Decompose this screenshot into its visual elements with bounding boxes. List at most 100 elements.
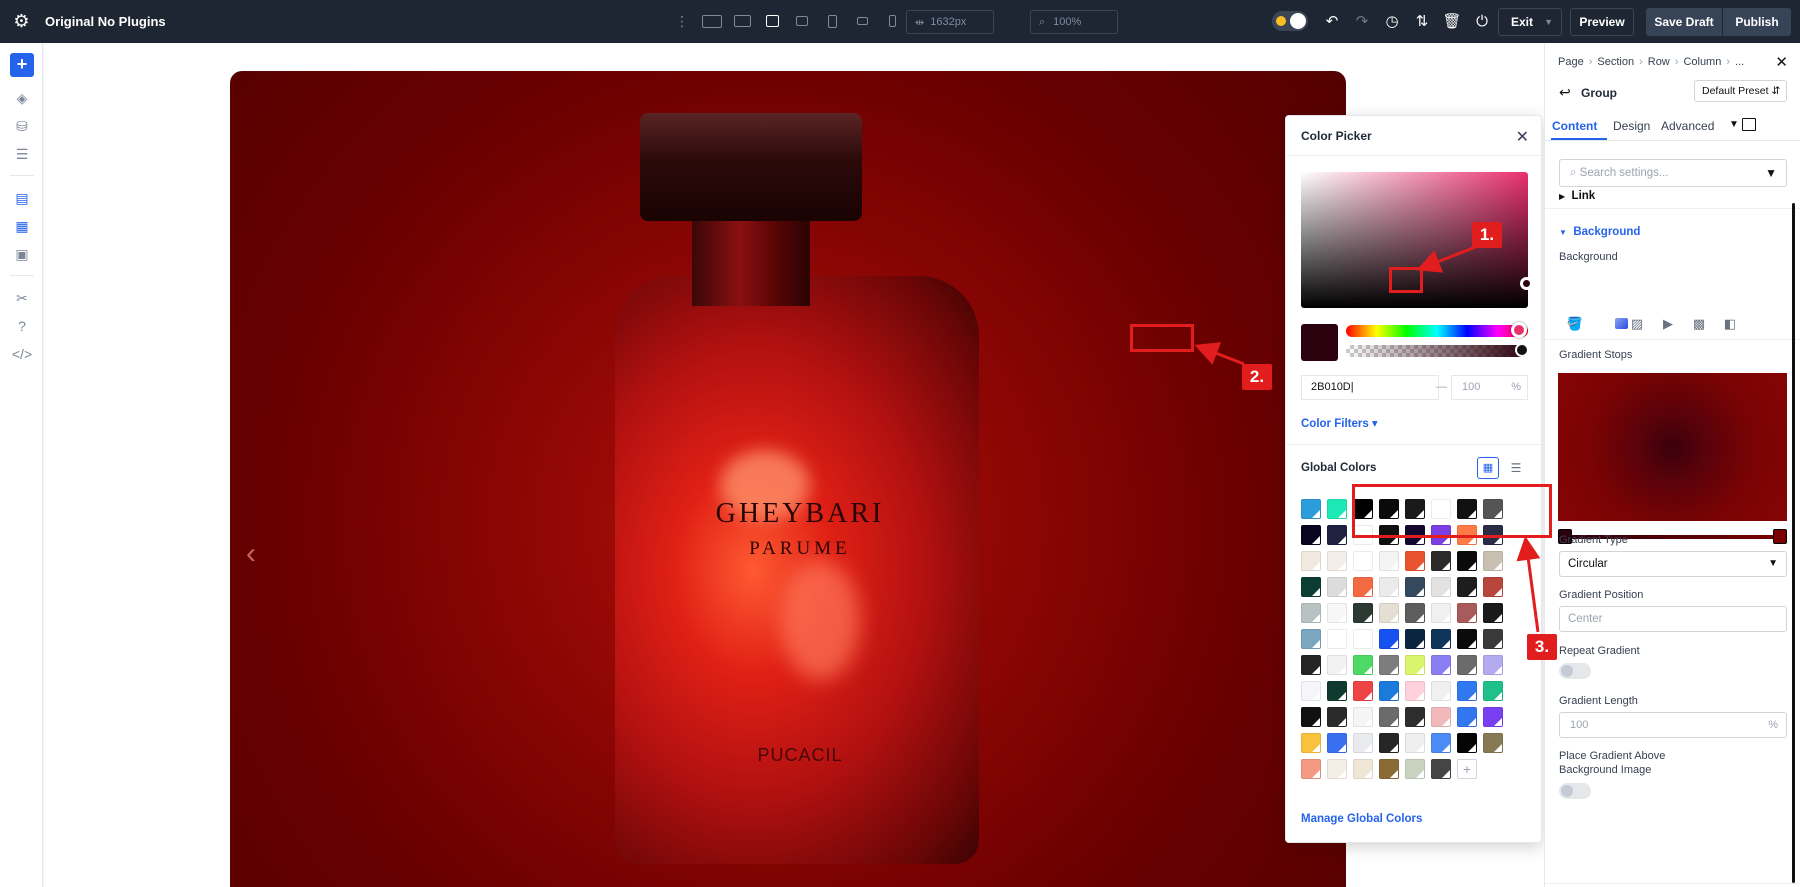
laptop-view-icon[interactable]: [758, 10, 786, 32]
preset-dropdown[interactable]: Default Preset ⇵: [1694, 80, 1787, 102]
global-color-swatch[interactable]: [1431, 655, 1451, 675]
global-color-swatch[interactable]: [1353, 577, 1373, 597]
breadcrumb-item[interactable]: Column: [1683, 56, 1721, 68]
caret-down-icon[interactable]: ▼: [1729, 119, 1739, 130]
manage-global-colors-link[interactable]: Manage Global Colors: [1301, 813, 1422, 825]
close-icon[interactable]: ✕: [1516, 127, 1529, 147]
hue-handle[interactable]: [1511, 322, 1527, 338]
link-section-toggle[interactable]: ▶ Link: [1559, 190, 1595, 202]
database-icon[interactable]: ⛁: [11, 115, 33, 137]
phone-landscape-view-icon[interactable]: [848, 10, 876, 32]
theme-toggle[interactable]: [1272, 11, 1308, 31]
desktop-wide-view-icon[interactable]: [698, 10, 726, 32]
global-color-swatch[interactable]: [1457, 629, 1477, 649]
global-color-swatch[interactable]: [1483, 655, 1503, 675]
global-color-swatch[interactable]: [1405, 551, 1425, 571]
place-gradient-toggle[interactable]: [1559, 783, 1591, 799]
preview-button[interactable]: Preview: [1570, 8, 1634, 36]
gradient-stop-end[interactable]: [1773, 529, 1787, 544]
power-icon[interactable]: ⏻: [1470, 9, 1494, 33]
global-color-swatch[interactable]: [1353, 629, 1373, 649]
global-color-swatch[interactable]: [1301, 551, 1321, 571]
global-color-swatch[interactable]: [1483, 603, 1503, 623]
global-color-swatch[interactable]: [1483, 577, 1503, 597]
mask-icon[interactable]: ◧: [1718, 312, 1742, 336]
tablet-landscape-view-icon[interactable]: [788, 10, 816, 32]
global-color-swatch[interactable]: [1405, 759, 1425, 779]
layers-icon[interactable]: ◈: [11, 87, 33, 109]
panel-scrollbar[interactable]: [1792, 203, 1795, 883]
global-color-swatch[interactable]: [1327, 629, 1347, 649]
global-color-swatch[interactable]: [1301, 655, 1321, 675]
global-color-swatch[interactable]: [1301, 499, 1321, 519]
global-color-swatch[interactable]: [1457, 551, 1477, 571]
global-color-swatch[interactable]: [1457, 655, 1477, 675]
grid-view-icon[interactable]: ▦: [1477, 457, 1499, 479]
pattern-icon[interactable]: ▩: [1687, 312, 1711, 336]
global-color-swatch[interactable]: [1379, 707, 1399, 727]
trash-icon[interactable]: 🗑: [1440, 9, 1464, 33]
global-color-swatch[interactable]: [1353, 707, 1373, 727]
tools-icon[interactable]: ✂: [11, 287, 33, 309]
hue-slider[interactable]: [1346, 325, 1528, 337]
exit-button[interactable]: Exit ▼: [1498, 8, 1562, 36]
global-color-swatch[interactable]: [1327, 707, 1347, 727]
video-icon[interactable]: ▶: [1656, 312, 1680, 336]
global-color-swatch[interactable]: [1353, 551, 1373, 571]
global-color-swatch[interactable]: [1405, 707, 1425, 727]
global-color-swatch[interactable]: [1301, 603, 1321, 623]
global-color-swatch[interactable]: [1483, 681, 1503, 701]
color-filters-toggle[interactable]: Color Filters ▾: [1301, 416, 1378, 430]
global-color-swatch[interactable]: [1457, 603, 1477, 623]
global-color-swatch[interactable]: [1405, 577, 1425, 597]
global-color-swatch[interactable]: [1483, 707, 1503, 727]
tablet-view-icon[interactable]: [818, 10, 846, 32]
breadcrumb-item[interactable]: Section: [1597, 56, 1634, 68]
sort-icon[interactable]: ⇅: [1410, 9, 1434, 33]
undo-icon[interactable]: ↶: [1320, 9, 1344, 33]
global-color-swatch[interactable]: [1405, 733, 1425, 753]
canvas-width-input[interactable]: ⇹ 1632px: [906, 10, 994, 34]
page-settings-icon[interactable]: ▤: [11, 187, 33, 209]
global-color-swatch[interactable]: [1327, 681, 1347, 701]
global-color-swatch[interactable]: [1353, 655, 1373, 675]
global-color-swatch[interactable]: [1301, 759, 1321, 779]
breadcrumb-item[interactable]: Page: [1558, 56, 1584, 68]
global-color-swatch[interactable]: [1379, 577, 1399, 597]
code-icon[interactable]: </>: [11, 343, 33, 365]
phone-view-icon[interactable]: [878, 10, 906, 32]
global-color-swatch[interactable]: [1405, 629, 1425, 649]
tab-advanced[interactable]: Advanced: [1661, 119, 1714, 133]
add-element-button[interactable]: +: [10, 53, 34, 77]
add-global-color-button[interactable]: +: [1457, 759, 1477, 779]
global-color-swatch[interactable]: [1405, 681, 1425, 701]
global-color-swatch[interactable]: [1457, 707, 1477, 727]
global-color-swatch[interactable]: [1457, 577, 1477, 597]
global-color-swatch[interactable]: [1379, 681, 1399, 701]
gradient-type-select[interactable]: Circular ▼: [1559, 551, 1787, 577]
global-color-swatch[interactable]: [1405, 603, 1425, 623]
global-color-swatch[interactable]: [1483, 733, 1503, 753]
hex-input[interactable]: 2B010D|: [1301, 375, 1439, 400]
zoom-input[interactable]: ⌕ 100%: [1030, 10, 1118, 34]
global-color-swatch[interactable]: [1379, 603, 1399, 623]
global-color-swatch[interactable]: [1379, 655, 1399, 675]
global-color-swatch[interactable]: [1379, 629, 1399, 649]
more-dots-icon[interactable]: ⋮: [668, 10, 696, 32]
back-arrow-icon[interactable]: ↩: [1559, 84, 1571, 101]
global-color-swatch[interactable]: [1431, 681, 1451, 701]
desktop-view-icon[interactable]: [728, 10, 756, 32]
global-color-swatch[interactable]: [1379, 551, 1399, 571]
global-color-swatch[interactable]: [1379, 733, 1399, 753]
global-color-swatch[interactable]: [1327, 551, 1347, 571]
global-color-swatch[interactable]: [1457, 733, 1477, 753]
image-icon[interactable]: ▨: [1625, 312, 1649, 336]
global-color-swatch[interactable]: [1353, 603, 1373, 623]
global-color-swatch[interactable]: [1379, 759, 1399, 779]
color-handle[interactable]: [1520, 277, 1533, 290]
paint-bucket-icon[interactable]: 🪣: [1563, 312, 1587, 336]
gradient-position-select[interactable]: Center: [1559, 606, 1787, 632]
save-draft-button[interactable]: Save Draft: [1646, 8, 1722, 36]
global-color-swatch[interactable]: [1327, 733, 1347, 753]
redo-icon[interactable]: ↷: [1350, 9, 1374, 33]
